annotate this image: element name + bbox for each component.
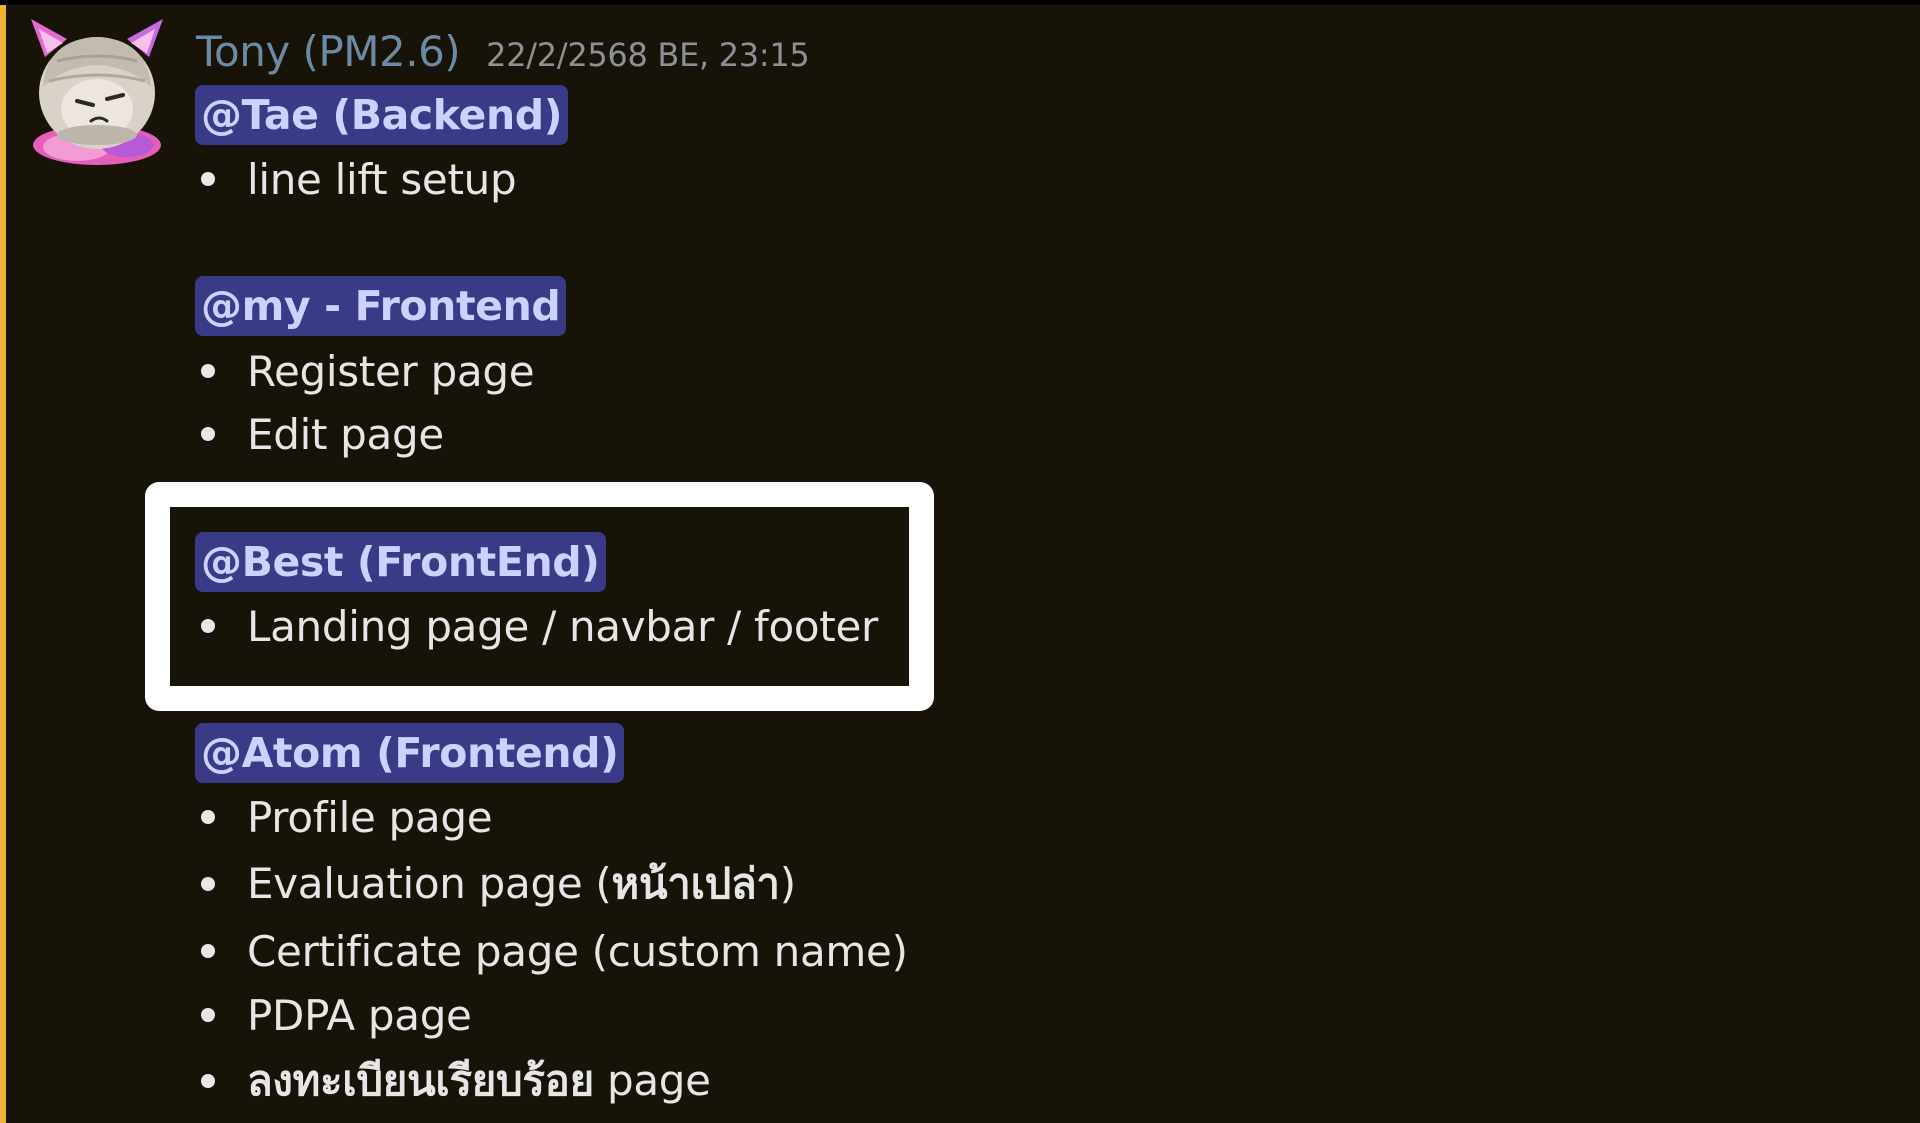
bullet-icon xyxy=(201,427,215,441)
mention-my[interactable]: @my - Frontend xyxy=(195,276,567,336)
bullet-icon xyxy=(201,944,215,958)
list-item-text-pre: Evaluation page ( xyxy=(247,859,612,908)
message-accent-bar xyxy=(0,5,6,1123)
list-item: Profile page xyxy=(196,787,493,847)
list-item-text: Evaluation page (หน้าเปล่า) xyxy=(247,851,796,917)
list-item: Landing page / navbar / footer xyxy=(196,596,878,656)
author-name[interactable]: Tony (PM2.6) xyxy=(196,27,461,76)
list-item-text-post: page xyxy=(593,1056,711,1105)
bullet-icon xyxy=(201,810,215,824)
list-item: Edit page xyxy=(196,404,444,464)
message-header: Tony (PM2.6) 22/2/2568 BE, 23:15 xyxy=(196,27,810,76)
list-item: Certificate page (custom name) xyxy=(196,921,908,981)
bullet-icon xyxy=(201,364,215,378)
list-item-text: PDPA page xyxy=(247,990,472,1040)
avatar[interactable] xyxy=(27,17,167,165)
list-item: line lift setup xyxy=(196,149,517,209)
list-item-text: Certificate page (custom name) xyxy=(247,926,908,976)
anime-avatar-icon xyxy=(31,19,163,165)
list-item-text: line lift setup xyxy=(247,154,517,204)
chat-message-view: Tony (PM2.6) 22/2/2568 BE, 23:15 @Tae (B… xyxy=(0,0,1920,1123)
list-item: Evaluation page (หน้าเปล่า) xyxy=(196,854,796,914)
list-item-text: ลงทะเบียนเรียบร้อย page xyxy=(247,1048,711,1114)
list-item: ลงทะเบียนเรียบร้อย page xyxy=(196,1051,711,1111)
list-item-text-post: ) xyxy=(779,859,796,908)
mention-best[interactable]: @Best (FrontEnd) xyxy=(195,532,606,592)
mention-tae[interactable]: @Tae (Backend) xyxy=(195,85,569,145)
message-timestamp[interactable]: 22/2/2568 BE, 23:15 xyxy=(486,36,810,74)
list-item-text: Profile page xyxy=(247,792,493,842)
bullet-icon xyxy=(201,1074,215,1088)
list-item: PDPA page xyxy=(196,985,472,1045)
list-item: Register page xyxy=(196,341,535,401)
list-item-text: Landing page / navbar / footer xyxy=(247,601,878,651)
list-item-text-bold: ลงทะเบียนเรียบร้อย xyxy=(247,1056,594,1105)
bullet-icon xyxy=(201,172,215,186)
bullet-icon xyxy=(201,1008,215,1022)
list-item-text: Register page xyxy=(247,346,535,396)
bullet-icon xyxy=(201,619,215,633)
list-item-text-bold: หน้าเปล่า xyxy=(611,859,781,908)
list-item-text: Edit page xyxy=(247,409,444,459)
bullet-icon xyxy=(201,877,215,891)
mention-atom[interactable]: @Atom (Frontend) xyxy=(195,723,625,783)
